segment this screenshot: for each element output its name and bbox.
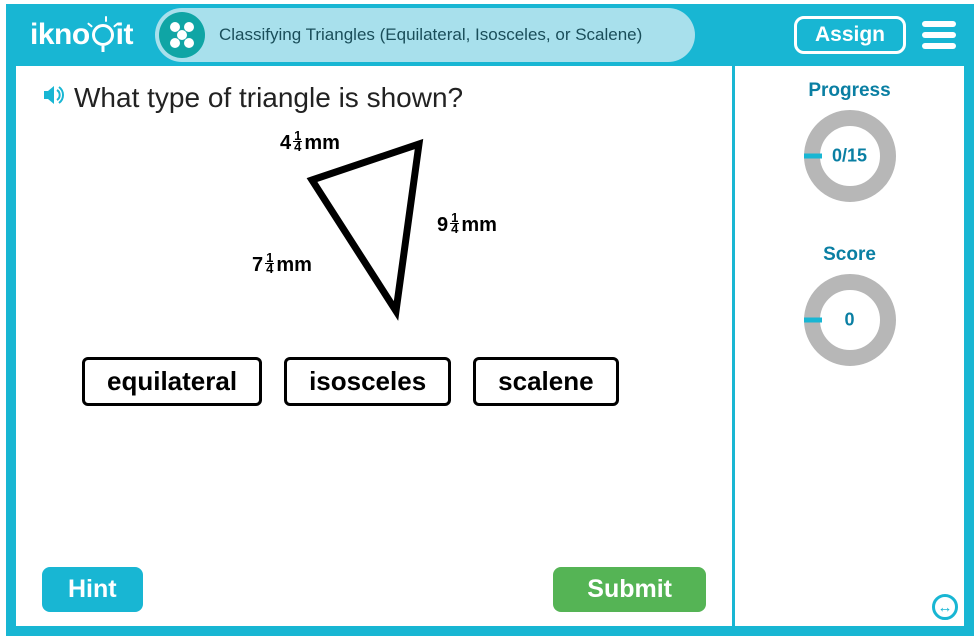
score-gauge: 0 [802,272,898,368]
assign-button[interactable]: Assign [794,16,906,54]
score-value: 0 [844,310,854,331]
content-area: What type of triangle is shown? 414mm 91… [16,66,964,626]
side-a-label: 414mm [280,132,340,155]
lightbulb-icon [92,24,114,46]
main-panel: What type of triangle is shown? 414mm 91… [16,66,732,626]
progress-gauge: 0/15 [802,108,898,204]
header-actions: Assign [794,16,956,54]
score-label: Score [735,244,964,266]
answer-options: equilateral isosceles scalene [82,357,706,406]
app-frame: ikno it Classifying Triangles (Equilater… [6,4,974,636]
action-buttons: Hint Submit [42,567,706,612]
lesson-title-pill: Classifying Triangles (Equilateral, Isos… [155,8,695,62]
submit-button[interactable]: Submit [553,567,706,612]
sidebar-panel: Progress 0/15 Score 0 [732,66,964,626]
progress-value: 0/15 [832,146,867,167]
logo-text-left: ikno [30,18,90,52]
logo[interactable]: ikno it [30,18,133,52]
header-bar: ikno it Classifying Triangles (Equilater… [16,4,964,66]
expand-icon[interactable]: ↔ [932,594,958,620]
lesson-title: Classifying Triangles (Equilateral, Isos… [219,24,642,46]
speaker-icon[interactable] [42,85,66,111]
question-text: What type of triangle is shown? [74,82,463,114]
lesson-category-icon [159,12,205,58]
hint-button[interactable]: Hint [42,567,143,612]
score-section: Score 0 [735,244,964,368]
menu-icon[interactable] [922,16,956,54]
side-b-label: 914mm [437,214,497,237]
option-isosceles[interactable]: isosceles [284,357,451,406]
option-equilateral[interactable]: equilateral [82,357,262,406]
progress-section: Progress 0/15 [735,80,964,204]
progress-label: Progress [735,80,964,102]
triangle-diagram: 414mm 914mm 714mm [42,132,706,327]
question-row: What type of triangle is shown? [42,82,706,114]
option-scalene[interactable]: scalene [473,357,618,406]
side-c-label: 714mm [252,254,312,277]
